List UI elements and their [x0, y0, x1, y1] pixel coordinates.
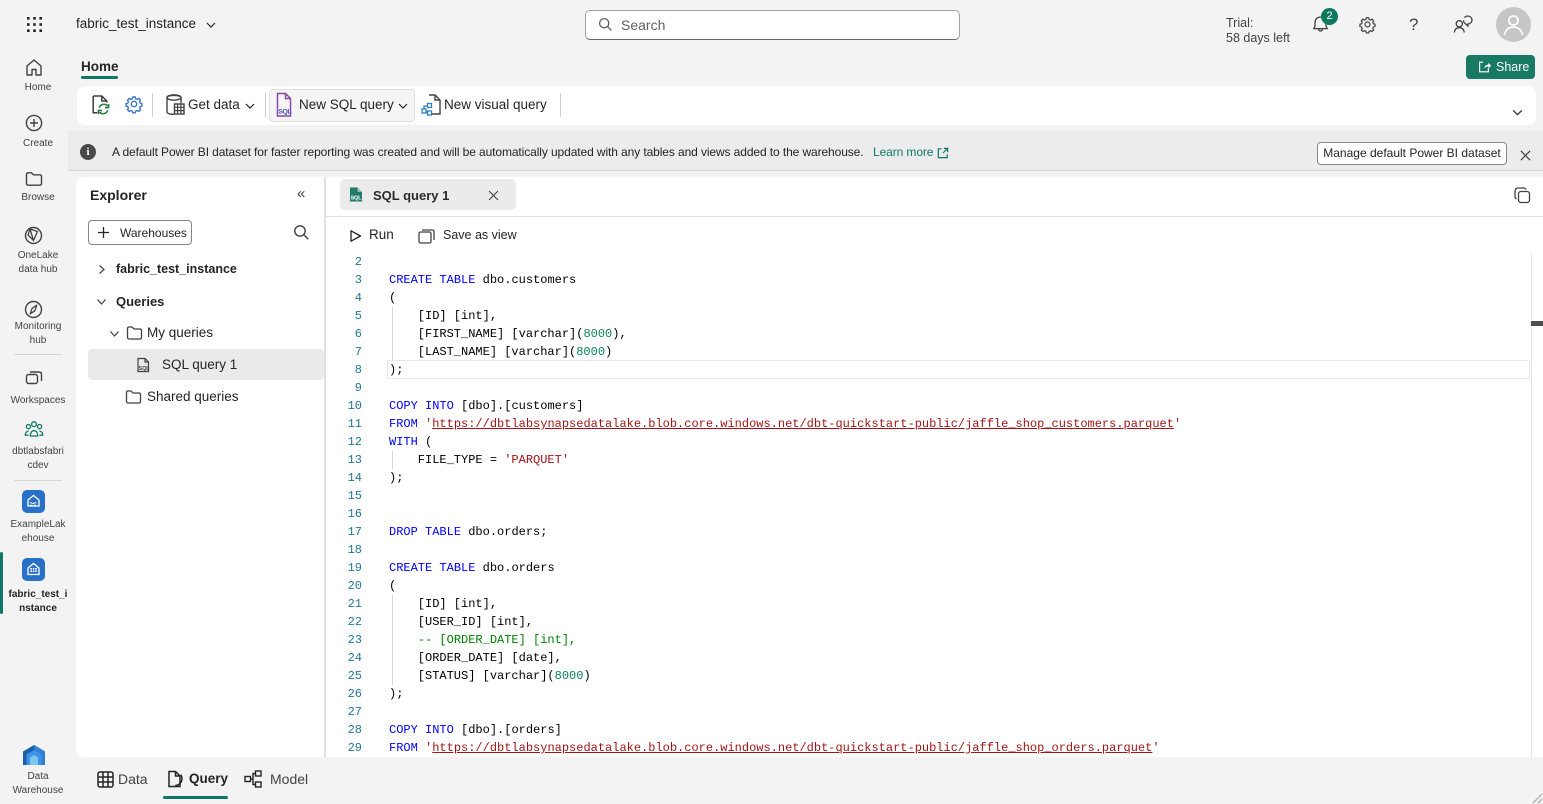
- svg-text:SQL: SQL: [139, 366, 151, 372]
- svg-text:SQL: SQL: [278, 109, 291, 116]
- svg-text:SQL: SQL: [351, 196, 362, 202]
